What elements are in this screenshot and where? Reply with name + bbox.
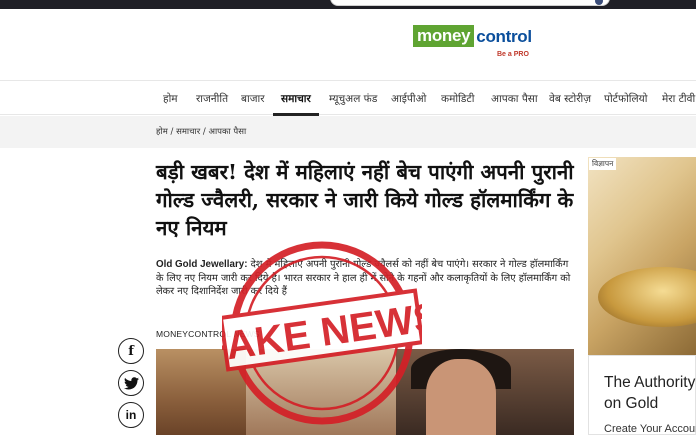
- twitter-icon: [123, 376, 139, 389]
- nav-item-your-money[interactable]: आपका पैसा: [491, 92, 538, 106]
- breadcrumb: होम / समाचार / आपका पैसा: [156, 126, 246, 137]
- facebook-icon: f: [128, 343, 134, 359]
- nav-item-web-stories[interactable]: वेब स्टोरीज़: [549, 92, 591, 106]
- breadcrumb-band: [0, 116, 696, 148]
- linkedin-share-button[interactable]: in: [118, 402, 144, 428]
- fake-news-stamp: FAKE NEWS: [222, 241, 422, 425]
- logo-money: money: [413, 25, 475, 47]
- main-nav: होम राजनीति बाजार समाचार म्यूचुअल फंड आई…: [0, 80, 696, 116]
- nav-item-politics[interactable]: राजनीति: [196, 92, 228, 106]
- search-bar[interactable]: [330, 0, 610, 6]
- ad-label: विज्ञापन: [589, 158, 617, 170]
- be-a-pro-link[interactable]: Be a PRO: [497, 51, 529, 58]
- top-bar: [0, 0, 696, 9]
- linkedin-icon: in: [125, 408, 137, 422]
- ad-cta-link[interactable]: Create Your Account: [604, 423, 696, 435]
- facebook-share-button[interactable]: f: [118, 338, 144, 364]
- gold-coin-image: [598, 267, 696, 327]
- nav-item-commodity[interactable]: कमोडिटी: [441, 92, 474, 106]
- nav-item-market[interactable]: बाजार: [241, 92, 265, 106]
- article-headline: बड़ी खबर! देश में महिलाएं नहीं बेच पाएंग…: [156, 160, 574, 240]
- advertisement-image[interactable]: [588, 157, 696, 355]
- twitter-share-button[interactable]: [118, 370, 144, 396]
- logo-control: control: [474, 25, 534, 47]
- breadcrumb-home[interactable]: होम: [156, 127, 168, 137]
- nav-item-my-tv[interactable]: मेरा टीवी: [662, 92, 695, 106]
- nav-item-ipo[interactable]: आईपीओ: [391, 92, 426, 106]
- nav-item-portfolio[interactable]: पोर्टफोलियो: [604, 92, 647, 106]
- breadcrumb-news[interactable]: समाचार: [176, 127, 200, 137]
- nav-item-home[interactable]: होम: [163, 92, 178, 106]
- ad-title[interactable]: The Authority on Gold: [604, 372, 696, 416]
- search-icon[interactable]: [595, 0, 603, 5]
- moneycontrol-logo[interactable]: money control: [413, 25, 534, 49]
- breadcrumb-section[interactable]: आपका पैसा: [208, 127, 246, 137]
- nav-item-mutual-fund[interactable]: म्यूचुअल फंड: [329, 92, 377, 106]
- breadcrumb-separator: /: [202, 127, 206, 137]
- breadcrumb-separator: /: [170, 127, 174, 137]
- nav-item-news[interactable]: समाचार: [281, 92, 311, 106]
